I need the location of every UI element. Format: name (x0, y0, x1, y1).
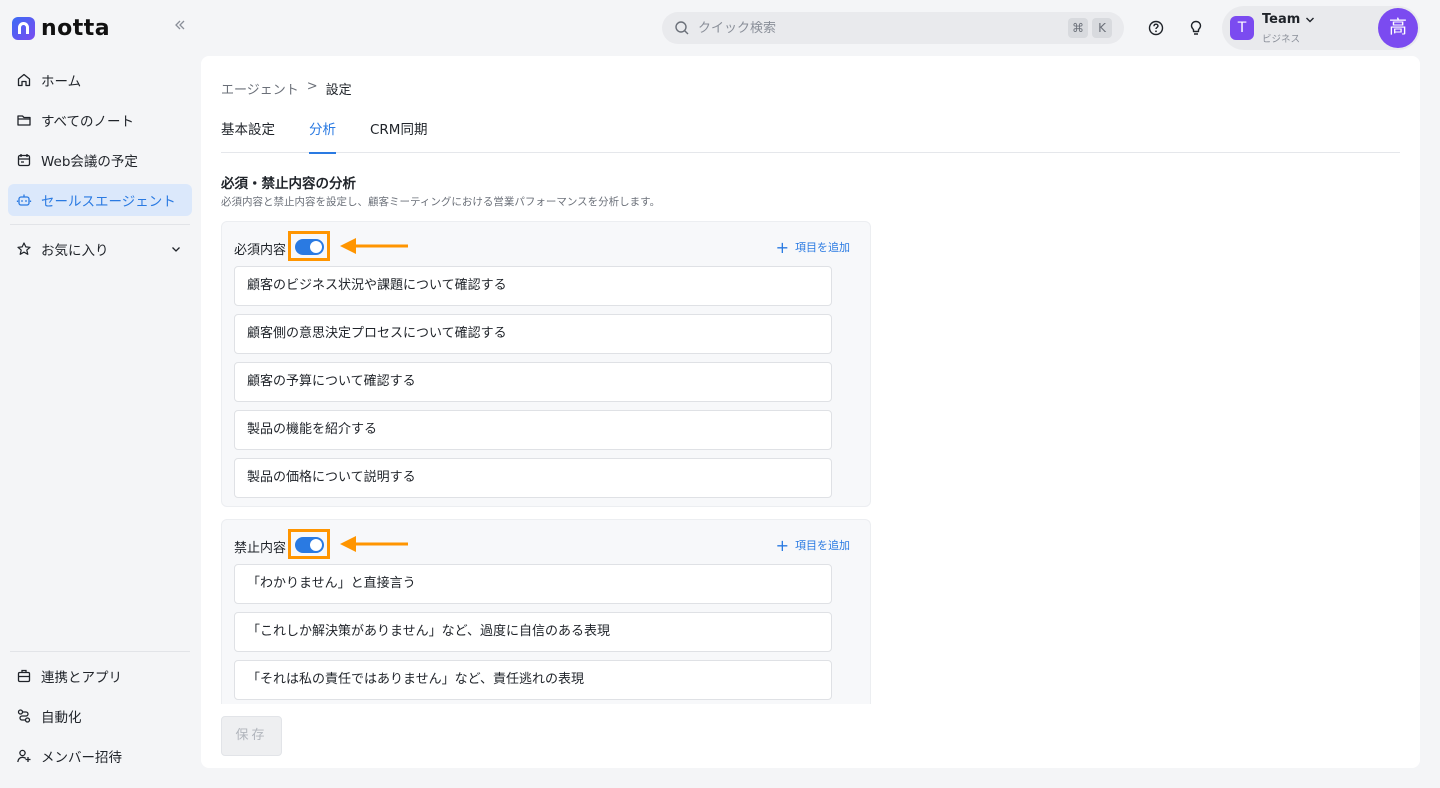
chevron-down-icon[interactable] (170, 243, 182, 255)
k-key: K (1092, 18, 1112, 38)
sidebar-item-label: 自動化 (41, 710, 82, 726)
briefcase-icon (17, 669, 31, 683)
star-icon (17, 242, 31, 255)
nav-divider (10, 651, 190, 652)
sidebar-item-label: ホーム (41, 74, 82, 90)
required-label: 必須内容 (234, 243, 287, 258)
collapse-sidebar-icon[interactable] (170, 17, 190, 37)
calendar-icon (17, 154, 31, 167)
sidebar-item-automation[interactable]: 自動化 (8, 700, 192, 732)
sidebar-item-home[interactable]: ホーム (8, 64, 192, 96)
plus-icon: + (775, 535, 789, 555)
breadcrumb-separator: > (306, 79, 318, 94)
tab-crm-sync[interactable]: CRM同期 (370, 116, 427, 153)
sidebar-item-label: メンバー招待 (41, 750, 122, 766)
prohibited-toggle[interactable] (295, 537, 324, 553)
quick-search-bar[interactable]: ⌘ K (662, 12, 1124, 44)
help-icon[interactable] (1147, 19, 1165, 37)
arrow-left-icon (340, 238, 408, 254)
sidebar-item-meetings[interactable]: Web会議の予定 (8, 144, 192, 176)
required-item[interactable]: 製品の機能を紹介する (234, 410, 832, 450)
required-item[interactable]: 製品の価格について説明する (234, 458, 832, 498)
robot-icon (16, 194, 32, 206)
add-item-label: 項目を追加 (795, 539, 850, 552)
search-icon (675, 21, 689, 35)
team-avatar: T (1230, 16, 1254, 40)
required-item[interactable]: 顧客の予算について確認する (234, 362, 832, 402)
notta-logo-icon (12, 16, 35, 40)
search-input[interactable] (698, 20, 1060, 36)
sidebar-item-invite-members[interactable]: メンバー招待 (8, 740, 192, 772)
breadcrumb: エージェント > 設定 (221, 79, 352, 98)
logo-text: notta (41, 15, 111, 41)
section-title: 必須・禁止内容の分析 (221, 176, 356, 192)
sidebar-item-integrations[interactable]: 連携とアプリ (8, 660, 192, 692)
prohibited-item[interactable]: 「それは私の責任ではありません」など、責任逃れの表現 (234, 660, 832, 700)
team-name: Team (1262, 12, 1301, 27)
sidebar-item-label: セールスエージェント (41, 194, 176, 210)
required-item[interactable]: 顧客のビジネス状況や課題について確認する (234, 266, 832, 306)
required-item[interactable]: 顧客側の意思決定プロセスについて確認する (234, 314, 832, 354)
sidebar-item-label: Web会議の予定 (41, 154, 138, 170)
shortcut-hint: ⌘ K (1068, 18, 1112, 38)
nav-divider (10, 224, 190, 225)
team-plan: ビジネス (1262, 34, 1301, 45)
add-required-item-button[interactable]: + 項目を追加 (776, 239, 850, 255)
home-icon (17, 73, 31, 87)
sidebar-item-label: 連携とアプリ (41, 670, 122, 686)
sidebar-nav: ホーム すべてのノート Web会議の予定 セールスエージェント お気に入り (8, 64, 192, 273)
lightbulb-icon[interactable] (1187, 19, 1205, 37)
plus-icon: + (775, 237, 789, 257)
highlight-box (288, 529, 330, 559)
tab-bar: 基本設定 分析 CRM同期 (221, 116, 1400, 154)
rules-scroll-area[interactable]: 必須内容 + 項目を追加 顧客のビジネス状況や課題について確認する 顧客側の意思… (221, 221, 881, 704)
sidebar-item-favorites[interactable]: お気に入り (8, 233, 192, 265)
sidebar-bottom-nav: 連携とアプリ 自動化 メンバー招待 (8, 651, 192, 780)
prohibited-item[interactable]: 「わかりません」と直接言う (234, 564, 832, 604)
arrow-left-icon (340, 536, 408, 552)
highlight-box (288, 231, 330, 261)
prohibited-item[interactable]: 「これしか解決策がありません」など、過度に自信のある表現 (234, 612, 832, 652)
tab-analysis[interactable]: 分析 (309, 116, 336, 154)
sidebar-item-label: すべてのノート (41, 114, 135, 130)
folder-icon (17, 115, 31, 126)
prohibited-label: 禁止内容 (234, 541, 287, 556)
group-header: 必須内容 + 項目を追加 (222, 222, 870, 266)
logo[interactable]: notta (12, 15, 111, 41)
required-toggle[interactable] (295, 239, 324, 255)
main-content: エージェント > 設定 基本設定 分析 CRM同期 必須・禁止内容の分析 必須内… (201, 56, 1420, 768)
chevron-down-icon (1306, 17, 1314, 23)
automation-icon (17, 709, 31, 723)
user-avatar[interactable]: 高 (1378, 8, 1418, 48)
tab-basic-settings[interactable]: 基本設定 (221, 116, 275, 153)
required-content-group: 必須内容 + 項目を追加 顧客のビジネス状況や課題について確認する 顧客側の意思… (221, 221, 871, 507)
add-user-icon (17, 749, 31, 763)
save-button[interactable]: 保存 (221, 716, 282, 756)
add-item-label: 項目を追加 (795, 241, 850, 254)
command-key: ⌘ (1068, 18, 1088, 38)
breadcrumb-parent[interactable]: エージェント (221, 79, 299, 98)
sidebar-item-all-notes[interactable]: すべてのノート (8, 104, 192, 136)
section-description: 必須内容と禁止内容を設定し、顧客ミーティングにおける営業パフォーマンスを分析しま… (221, 196, 661, 208)
sidebar-item-label: お気に入り (41, 243, 109, 259)
prohibited-content-group: 禁止内容 + 項目を追加 「わかりません」と直接言う 「これしか解決策がありませ… (221, 519, 871, 704)
group-header: 禁止内容 + 項目を追加 (222, 520, 870, 564)
breadcrumb-current: 設定 (325, 83, 352, 98)
sidebar: notta ホーム すべてのノート Web会議の予定 セールスエージェント お気… (0, 0, 200, 788)
add-prohibited-item-button[interactable]: + 項目を追加 (776, 537, 850, 553)
sidebar-item-sales-agent[interactable]: セールスエージェント (8, 184, 192, 216)
